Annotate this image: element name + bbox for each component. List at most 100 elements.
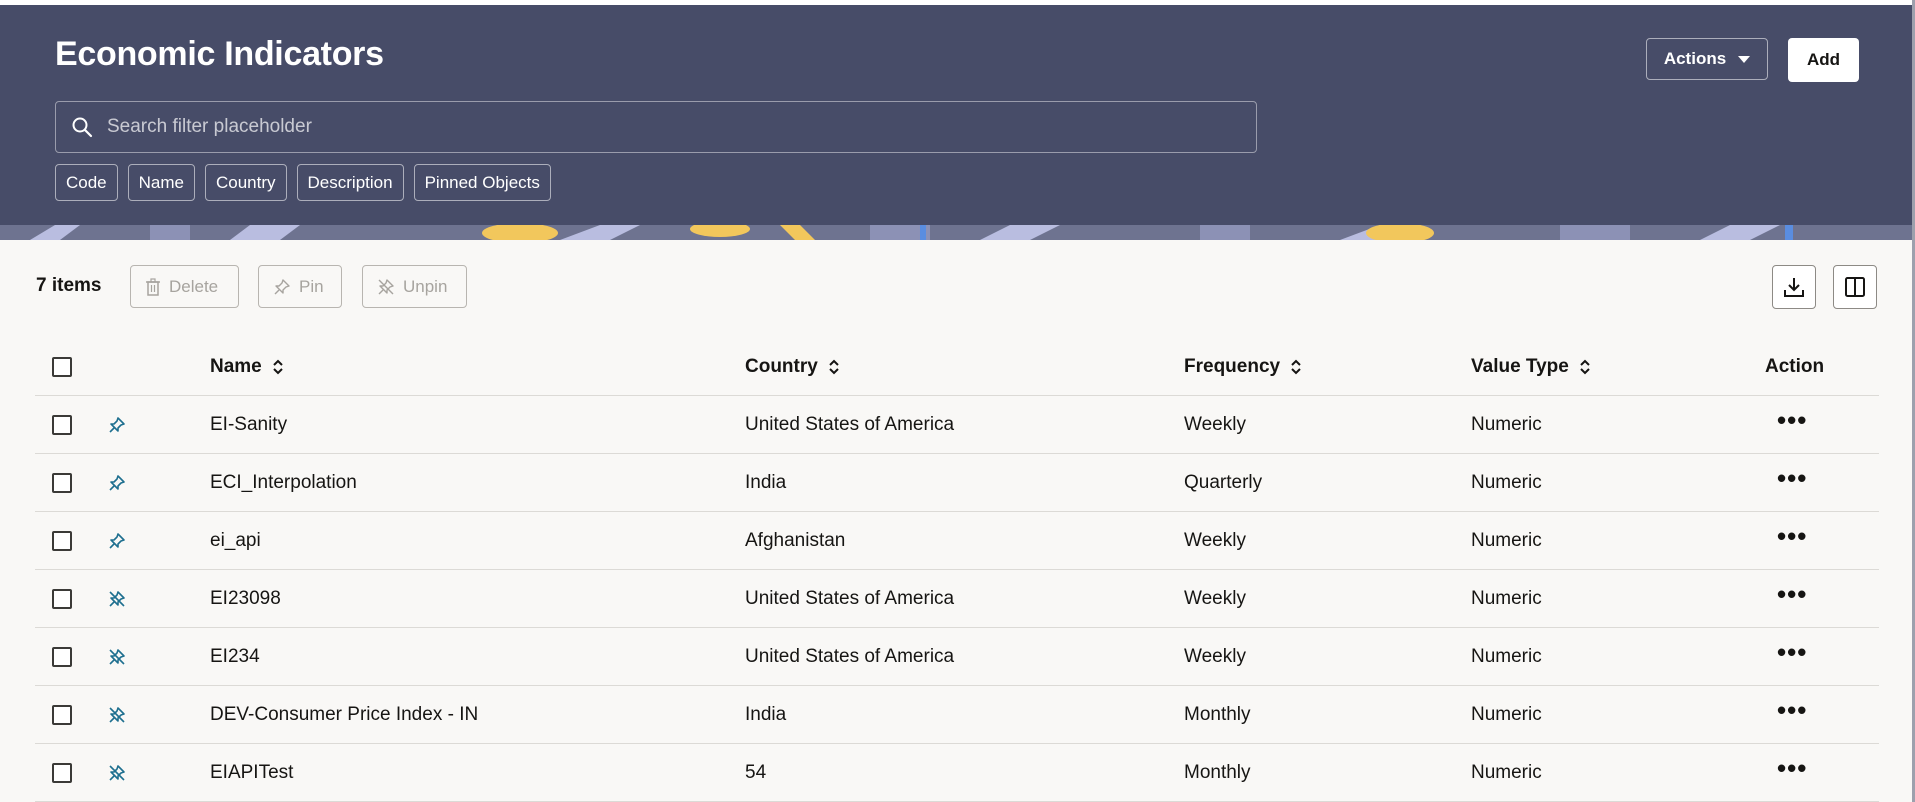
pin-toggle[interactable]: [108, 686, 126, 743]
search-input[interactable]: [93, 101, 1256, 153]
row-select-cell: [52, 396, 72, 453]
row-actions-menu[interactable]: •••: [1777, 454, 1807, 511]
row-checkbox[interactable]: [52, 414, 72, 435]
table-row[interactable]: EI23098 United States of America Weekly Num…: [35, 570, 1879, 628]
row-checkbox[interactable]: [52, 646, 72, 667]
cell-frequency: Monthly: [1184, 703, 1251, 725]
unpinned-icon: [109, 648, 125, 665]
cell-country: Afghanistan: [745, 529, 846, 551]
unpin-button[interactable]: Unpin: [362, 265, 467, 308]
cell-value-type: Numeric: [1471, 587, 1542, 609]
unpin-button-label: Unpin: [403, 276, 448, 296]
column-header-name-label: Name: [210, 355, 262, 377]
filter-chip-description[interactable]: Description: [296, 164, 404, 201]
cell-country: 54: [745, 761, 767, 783]
trash-icon: [146, 277, 160, 296]
cell-name[interactable]: ECI_Interpolation: [210, 454, 357, 511]
row-checkbox[interactable]: [52, 762, 72, 783]
column-header-value-type[interactable]: Value Type: [1471, 338, 1591, 395]
delete-button-label: Delete: [169, 276, 219, 296]
row-actions-menu[interactable]: •••: [1777, 512, 1807, 569]
cell-country: United States of America: [745, 645, 955, 667]
search-icon: [72, 117, 93, 138]
filter-chip-name[interactable]: Name: [127, 164, 195, 201]
cell-frequency: Monthly: [1184, 761, 1251, 783]
column-header-country-label: Country: [745, 355, 818, 377]
column-header-country[interactable]: Country: [745, 338, 840, 395]
pin-toggle[interactable]: [108, 512, 126, 569]
app-frame: Economic Indicators Actions Add Code Nam…: [0, 0, 1915, 802]
delete-button[interactable]: Delete: [130, 265, 239, 308]
cell-frequency: Weekly: [1184, 645, 1246, 667]
pin-toggle[interactable]: [108, 628, 126, 685]
row-select-cell: [52, 454, 72, 511]
table-row[interactable]: ei_api Afghanistan Weekly Numeric •••: [35, 512, 1879, 570]
row-actions-menu[interactable]: •••: [1777, 686, 1807, 743]
cell-name[interactable]: ei_api: [210, 512, 261, 569]
row-actions-menu[interactable]: •••: [1777, 628, 1807, 685]
columns-icon: [1845, 277, 1865, 297]
row-checkbox[interactable]: [52, 530, 72, 551]
filter-chip-pinned-objects[interactable]: Pinned Objects: [413, 164, 551, 201]
more-options-icon: •••: [1777, 462, 1808, 493]
select-all-cell: [52, 338, 72, 395]
row-checkbox[interactable]: [52, 588, 72, 609]
filter-chip-code[interactable]: Code: [55, 164, 118, 201]
select-all-checkbox[interactable]: [52, 356, 72, 377]
pin-toggle[interactable]: [108, 454, 126, 511]
row-select-cell: [52, 628, 72, 685]
cell-country: India: [745, 471, 787, 493]
pin-toggle[interactable]: [108, 570, 126, 627]
cell-value-type: Numeric: [1471, 471, 1542, 493]
columns-view-button[interactable]: [1833, 265, 1877, 309]
column-header-frequency[interactable]: Frequency: [1184, 338, 1302, 395]
pinned-icon: [109, 416, 125, 433]
row-checkbox[interactable]: [52, 472, 72, 493]
pin-toggle[interactable]: [108, 744, 126, 801]
cell-frequency: Weekly: [1184, 587, 1246, 609]
more-options-icon: •••: [1777, 752, 1808, 783]
pin-toggle[interactable]: [108, 396, 126, 453]
cell-country: India: [745, 703, 787, 725]
table-row[interactable]: ECI_Interpolation India Quarterly Numeric ••…: [35, 454, 1879, 512]
banner-pattern-graphic: [0, 225, 1912, 240]
pin-button[interactable]: Pin: [258, 265, 342, 308]
filter-chip-country[interactable]: Country: [205, 164, 287, 201]
cell-name[interactable]: EI-Sanity: [210, 396, 287, 453]
column-header-action: Action: [1765, 338, 1824, 395]
cell-value-type: Numeric: [1471, 761, 1542, 783]
row-checkbox[interactable]: [52, 704, 72, 725]
download-icon: [1784, 278, 1804, 297]
unpinned-icon: [109, 706, 125, 723]
unpinned-icon: [109, 764, 125, 781]
table-row[interactable]: EIAPITest 54 Monthly Numeric •••: [35, 744, 1879, 802]
cell-name[interactable]: EI23098: [210, 570, 281, 627]
table-row[interactable]: EI-Sanity United States of America Weekly N…: [35, 396, 1879, 454]
search-bar[interactable]: [55, 101, 1257, 153]
row-select-cell: [52, 686, 72, 743]
cell-name[interactable]: DEV-Consumer Price Index - IN: [210, 686, 478, 743]
export-button[interactable]: [1772, 265, 1816, 309]
cell-value-type: Numeric: [1471, 703, 1542, 725]
column-header-name[interactable]: Name: [210, 338, 284, 395]
more-options-icon: •••: [1777, 578, 1808, 609]
cell-name[interactable]: EIAPITest: [210, 744, 293, 801]
row-actions-menu[interactable]: •••: [1777, 396, 1807, 453]
table-row[interactable]: EI234 United States of America Weekly Numer…: [35, 628, 1879, 686]
page-header: Economic Indicators Actions Add Code Nam…: [0, 5, 1912, 225]
pin-button-label: Pin: [299, 276, 324, 296]
more-options-icon: •••: [1777, 404, 1808, 435]
actions-menu-button[interactable]: Actions: [1646, 38, 1768, 80]
row-actions-menu[interactable]: •••: [1777, 570, 1807, 627]
table-header-row: Name Country Frequency Value Type Action: [35, 338, 1879, 396]
table-toolbar: 7 items Delete Pin Unpin: [0, 265, 1912, 309]
pinned-icon: [109, 474, 125, 491]
table-body: EI-Sanity United States of America Weekly N…: [35, 396, 1879, 802]
actions-button-label: Actions: [1663, 49, 1727, 68]
add-button[interactable]: Add: [1788, 38, 1859, 82]
table-row[interactable]: DEV-Consumer Price Index - IN India Monthl…: [35, 686, 1879, 744]
column-header-frequency-label: Frequency: [1184, 355, 1281, 377]
cell-frequency: Weekly: [1184, 413, 1246, 435]
row-actions-menu[interactable]: •••: [1777, 744, 1807, 801]
cell-name[interactable]: EI234: [210, 628, 260, 685]
